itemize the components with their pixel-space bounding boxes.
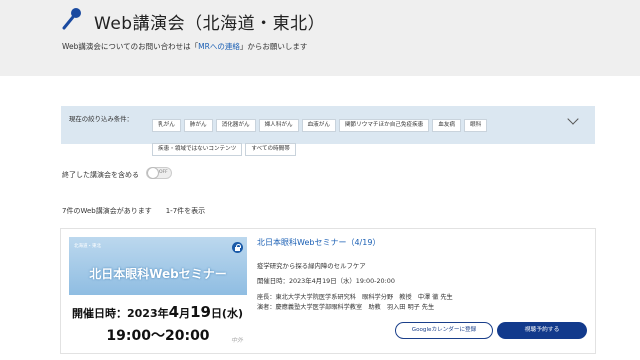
include-ended-toggle[interactable]: OFF [146, 167, 172, 179]
microphone-icon [62, 8, 81, 30]
google-calendar-button[interactable]: Googleカレンダーに登録 [395, 322, 493, 339]
register-button[interactable]: 視聴予約する [497, 322, 587, 339]
event-speaker: 演者：慶應義塾大学医学部眼科学教室 助教 羽入田 明子 先生 [257, 304, 435, 311]
subtitle-text: Web講演会についてのお問い合わせは「 [62, 42, 199, 51]
banner-title: 北日本眼科Webセミナー [89, 267, 227, 281]
subtitle-text-end: 」からお願いします [239, 42, 308, 51]
include-ended-label: 終了した講演会を含める [62, 171, 139, 179]
filter-tag[interactable]: 婦人科がん [258, 119, 299, 132]
result-count: 7件のWeb講演会があります 1-7件を表示 [62, 206, 205, 216]
page-header: Web講演会（北海道・東北） Web講演会についてのお問い合わせは「MRへの連絡… [0, 0, 640, 76]
banner-month: 4 [168, 303, 180, 321]
filter-tag[interactable]: すべての時間帯 [245, 143, 296, 156]
event-subtitle: 疫学研究から探る緑内障のセルフケア [257, 262, 366, 270]
toggle-state: OFF [159, 170, 168, 175]
page-subtitle: Web講演会についてのお問い合わせは「MRへの連絡」からお願いします [62, 41, 307, 52]
result-range-text: 1-7件を表示 [165, 207, 206, 215]
filter-tag[interactable]: 血液がん [301, 119, 336, 132]
mr-contact-link[interactable]: MRへの連絡 [198, 42, 240, 51]
banner-day-suffix: 日(水) [210, 307, 243, 320]
filter-label: 現在の絞り込み条件： [69, 115, 133, 123]
page-title: Web講演会（北海道・東北） [94, 14, 326, 34]
lock-icon [232, 242, 243, 253]
event-chair: 座長：東北大学大学院医学系研究科 眼科学分野 教授 中澤 徹 先生 [257, 294, 453, 301]
filter-tag[interactable]: 眼科 [464, 119, 488, 132]
banner-month-suffix: 月 [179, 307, 191, 320]
filter-tag[interactable]: 疾患・領域ではないコンテンツ [152, 143, 243, 156]
filter-tag[interactable]: 乳がん [152, 119, 181, 132]
banner-day: 19 [190, 303, 211, 321]
filter-tag[interactable]: 血友病 [432, 119, 462, 132]
filter-tag[interactable]: 消化器がん [215, 119, 256, 132]
filter-tags: 乳がん 肺がん 消化器がん 婦人科がん 血液がん 関節リウマチほか自己免疫疾患 血友病 眼科疾… [152, 111, 572, 159]
event-date: 開催日時：2023年4月19日（水）19:00-20:00 [257, 277, 395, 285]
filter-tag[interactable]: 関節リウマチほか自己免疫疾患 [338, 119, 430, 132]
chugai-logo: 中外 [230, 337, 243, 344]
event-info: 北日本眼科Webセミナー（4/19） 疫学研究から探る緑内障のセルフケア 開催日… [257, 237, 587, 311]
banner-region: 北海道・東北 [74, 244, 101, 249]
banner-date-prefix: 開催日時：2023年 [72, 307, 169, 320]
banner-time: 19:00〜20:00 [106, 328, 210, 344]
banner-date: 開催日時：2023年4月19日(水) [72, 303, 243, 321]
toggle-knob [147, 167, 159, 179]
event-banner[interactable]: 北海道・東北 北日本眼科Webセミナー 開催日時：2023年4月19日(水) 1… [69, 237, 247, 348]
filter-tag[interactable]: 肺がん [183, 119, 213, 132]
banner-header: 北海道・東北 北日本眼科Webセミナー [69, 237, 247, 295]
event-card: 北海道・東北 北日本眼科Webセミナー 開催日時：2023年4月19日(水) 1… [60, 228, 596, 354]
filter-panel[interactable]: 現在の絞り込み条件： 乳がん 肺がん 消化器がん 婦人科がん 血液がん 関節リウマチほか自… [61, 106, 595, 156]
result-count-text: 7件のWeb講演会があります [62, 207, 152, 215]
event-title-link[interactable]: 北日本眼科Webセミナー（4/19） [257, 237, 587, 248]
